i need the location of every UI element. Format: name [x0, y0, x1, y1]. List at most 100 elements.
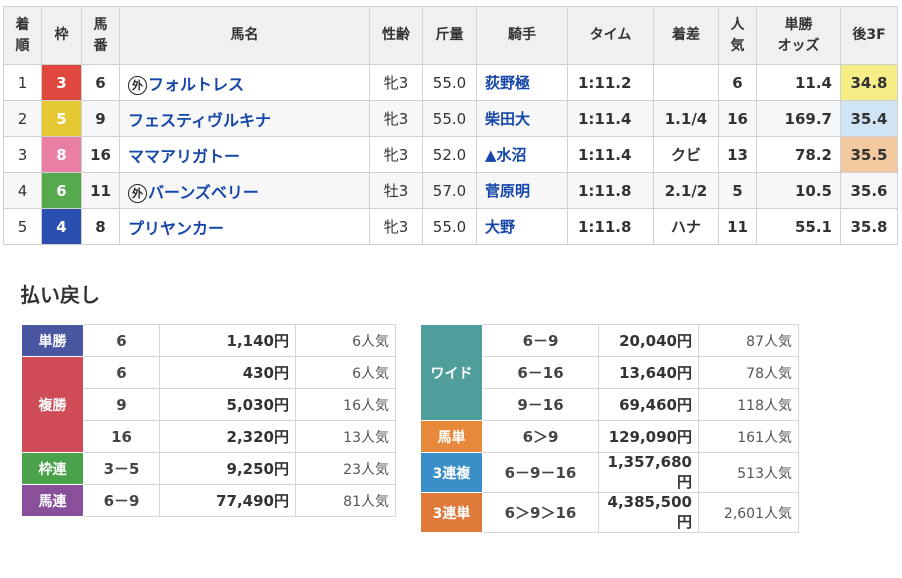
payout-popularity: 118人気	[698, 388, 799, 421]
header-popularity[interactable]: 人気	[718, 6, 757, 65]
jockey-link[interactable]: 菅原明	[476, 172, 568, 209]
horse-name-link[interactable]: フェスティヴルキナ	[128, 111, 271, 130]
header-sex-age[interactable]: 性齢	[369, 6, 423, 65]
payout-amount: 430円	[159, 356, 296, 389]
win-odds: 11.4	[756, 64, 841, 101]
result-header-row: 着順 枠 馬番 馬名 性齢 斤量 騎手 タイム 着差 人気 単勝 オッズ 後3F	[3, 6, 898, 65]
payout-amount: 9,250円	[159, 452, 296, 485]
result-row: 2 5 9 フェスティヴルキナ 牝3 55.0 柴田大 1:11.4 1.1/4 16 169.7 3…	[3, 100, 898, 137]
margin	[653, 64, 719, 101]
payout-combination: 6＞9＞16	[482, 492, 599, 533]
place: 4	[3, 172, 42, 209]
margin: クビ	[653, 136, 719, 173]
horse-name-link[interactable]: プリヤンカー	[128, 219, 224, 238]
margin: 2.1/2	[653, 172, 719, 209]
header-last-3f[interactable]: 後3F	[840, 6, 898, 65]
header-horse-name[interactable]: 馬名	[119, 6, 370, 65]
horse-name-cell[interactable]: プリヤンカー	[119, 208, 370, 245]
payout-combination: 6	[83, 324, 160, 357]
horse-name-cell[interactable]: ママアリガトー	[119, 136, 370, 173]
payout-combination: 6	[83, 356, 160, 389]
waku-badge: 4	[41, 208, 82, 245]
payout-popularity: 6人気	[295, 356, 396, 389]
bet-type-label: 3連単	[420, 492, 483, 533]
umaban: 9	[81, 100, 120, 137]
time: 1:11.8	[567, 208, 654, 245]
bet-type-label: 馬連	[21, 484, 84, 517]
payout-amount: 129,090円	[598, 420, 699, 453]
place: 5	[3, 208, 42, 245]
header-margin[interactable]: 着差	[653, 6, 719, 65]
payout-combination: 3－5	[83, 452, 160, 485]
payout-combination: 9－16	[482, 388, 599, 421]
bet-type-label: 枠連	[21, 452, 84, 485]
bet-type-label: 複勝	[21, 356, 84, 453]
payout-popularity: 13人気	[295, 420, 396, 453]
waku-badge: 6	[41, 172, 82, 209]
payout-table-right: ワイド 6－9 20,040円 87人気 6－16 13,640円 78人気 9－16 69,4…	[420, 324, 799, 533]
horse-name-link[interactable]: ママアリガトー	[128, 147, 240, 166]
win-odds: 169.7	[756, 100, 841, 137]
popularity: 11	[718, 208, 757, 245]
last-3f: 34.8	[840, 64, 898, 101]
payout-row: ワイド 6－9 20,040円 87人気	[420, 324, 799, 421]
payout-row: 単勝 6 1,140円 6人気	[21, 324, 396, 357]
result-row: 4 6 11 外バーンズベリー 牡3 57.0 菅原明 1:11.8 2.1/2 5 10.5 35.…	[3, 172, 898, 209]
header-time[interactable]: タイム	[567, 6, 654, 65]
waku-badge: 5	[41, 100, 82, 137]
time: 1:11.8	[567, 172, 654, 209]
payout-amount: 1,140円	[159, 324, 296, 357]
header-waku[interactable]: 枠	[41, 6, 82, 65]
payout-amount: 2,320円	[159, 420, 296, 453]
waku-badge: 8	[41, 136, 82, 173]
sex-age: 牝3	[369, 208, 423, 245]
umaban: 11	[81, 172, 120, 209]
payout-amount: 20,040円	[598, 324, 699, 357]
payout-popularity: 81人気	[295, 484, 396, 517]
sex-age: 牝3	[369, 64, 423, 101]
weight: 55.0	[422, 208, 477, 245]
payout-combination: 6－9	[83, 484, 160, 517]
horse-name-link[interactable]: バーンズベリー	[148, 183, 259, 202]
payout-combination: 6－9－16	[482, 452, 599, 493]
weight: 55.0	[422, 100, 477, 137]
waku-badge: 3	[41, 64, 82, 101]
payout-popularity: 23人気	[295, 452, 396, 485]
weight: 57.0	[422, 172, 477, 209]
header-jockey[interactable]: 騎手	[476, 6, 568, 65]
win-odds: 10.5	[756, 172, 841, 209]
payout-amount: 4,385,500円	[598, 492, 699, 533]
jockey-link[interactable]: 柴田大	[476, 100, 568, 137]
header-chakujun[interactable]: 着順	[3, 6, 42, 65]
payout-popularity: 16人気	[295, 388, 396, 421]
horse-name-link[interactable]: フォルトレス	[148, 75, 244, 94]
payout-combination: 6＞9	[482, 420, 599, 453]
payout-popularity: 161人気	[698, 420, 799, 453]
place: 3	[3, 136, 42, 173]
sex-age: 牝3	[369, 136, 423, 173]
umaban: 16	[81, 136, 120, 173]
time: 1:11.4	[567, 136, 654, 173]
header-win-odds[interactable]: 単勝 オッズ	[756, 6, 841, 65]
place: 2	[3, 100, 42, 137]
sex-age: 牝3	[369, 100, 423, 137]
horse-name-cell[interactable]: フェスティヴルキナ	[119, 100, 370, 137]
place: 1	[3, 64, 42, 101]
horse-name-cell[interactable]: 外フォルトレス	[119, 64, 370, 101]
payout-row: 3連複 6－9－16 1,357,680円 513人気	[420, 452, 799, 493]
payout-amount: 5,030円	[159, 388, 296, 421]
payout-row: 馬単 6＞9 129,090円 161人気	[420, 420, 799, 453]
horse-name-cell[interactable]: 外バーンズベリー	[119, 172, 370, 209]
payout-popularity: 6人気	[295, 324, 396, 357]
header-umaban[interactable]: 馬番	[81, 6, 120, 65]
jockey-link[interactable]: ▲水沼	[476, 136, 568, 173]
margin: ハナ	[653, 208, 719, 245]
jockey-link[interactable]: 大野	[476, 208, 568, 245]
header-weight[interactable]: 斤量	[422, 6, 477, 65]
payout-amount: 13,640円	[598, 356, 699, 389]
result-row: 5 4 8 プリヤンカー 牝3 55.0 大野 1:11.8 ハナ 11 55.1 35.8	[3, 208, 898, 245]
umaban: 6	[81, 64, 120, 101]
jockey-link[interactable]: 荻野極	[476, 64, 568, 101]
bet-type-label: 単勝	[21, 324, 84, 357]
popularity: 5	[718, 172, 757, 209]
